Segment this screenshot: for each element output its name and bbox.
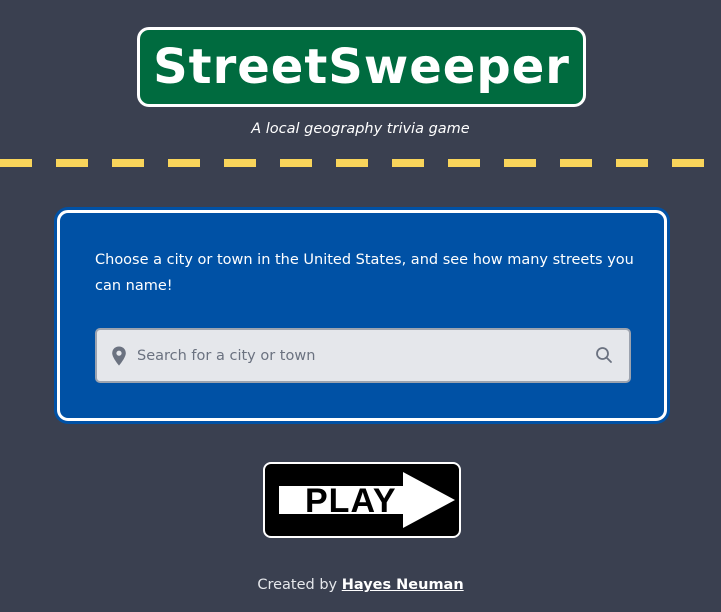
road-divider bbox=[0, 159, 721, 167]
road-dash bbox=[504, 159, 536, 167]
logo-sign-face: StreetSweeper bbox=[140, 30, 583, 104]
road-dash bbox=[560, 159, 592, 167]
road-dash bbox=[224, 159, 256, 167]
tagline: A local geography trivia game bbox=[251, 121, 470, 137]
footer-credit: Created by Hayes Neuman bbox=[0, 577, 721, 593]
logo-title: StreetSweeper bbox=[153, 39, 570, 95]
road-dash bbox=[280, 159, 312, 167]
road-dash bbox=[168, 159, 200, 167]
logo-sign: StreetSweeper bbox=[137, 27, 586, 107]
city-select-card: Choose a city or town in the United Stat… bbox=[57, 210, 667, 421]
search-icon[interactable] bbox=[595, 346, 613, 364]
city-search-box[interactable] bbox=[95, 328, 631, 383]
play-label: PLAY bbox=[305, 482, 397, 520]
road-dash bbox=[0, 159, 32, 167]
road-dash bbox=[56, 159, 88, 167]
play-button[interactable]: PLAY bbox=[263, 462, 461, 538]
road-dash bbox=[112, 159, 144, 167]
road-dash bbox=[616, 159, 648, 167]
map-pin-icon bbox=[111, 346, 127, 366]
road-dash bbox=[448, 159, 480, 167]
road-dash bbox=[392, 159, 424, 167]
card-description: Choose a city or town in the United Stat… bbox=[95, 252, 634, 294]
footer-prefix: Created by bbox=[257, 577, 342, 593]
road-dash bbox=[336, 159, 368, 167]
author-link[interactable]: Hayes Neuman bbox=[342, 577, 464, 593]
city-search-input[interactable] bbox=[137, 330, 577, 381]
road-dash bbox=[672, 159, 704, 167]
